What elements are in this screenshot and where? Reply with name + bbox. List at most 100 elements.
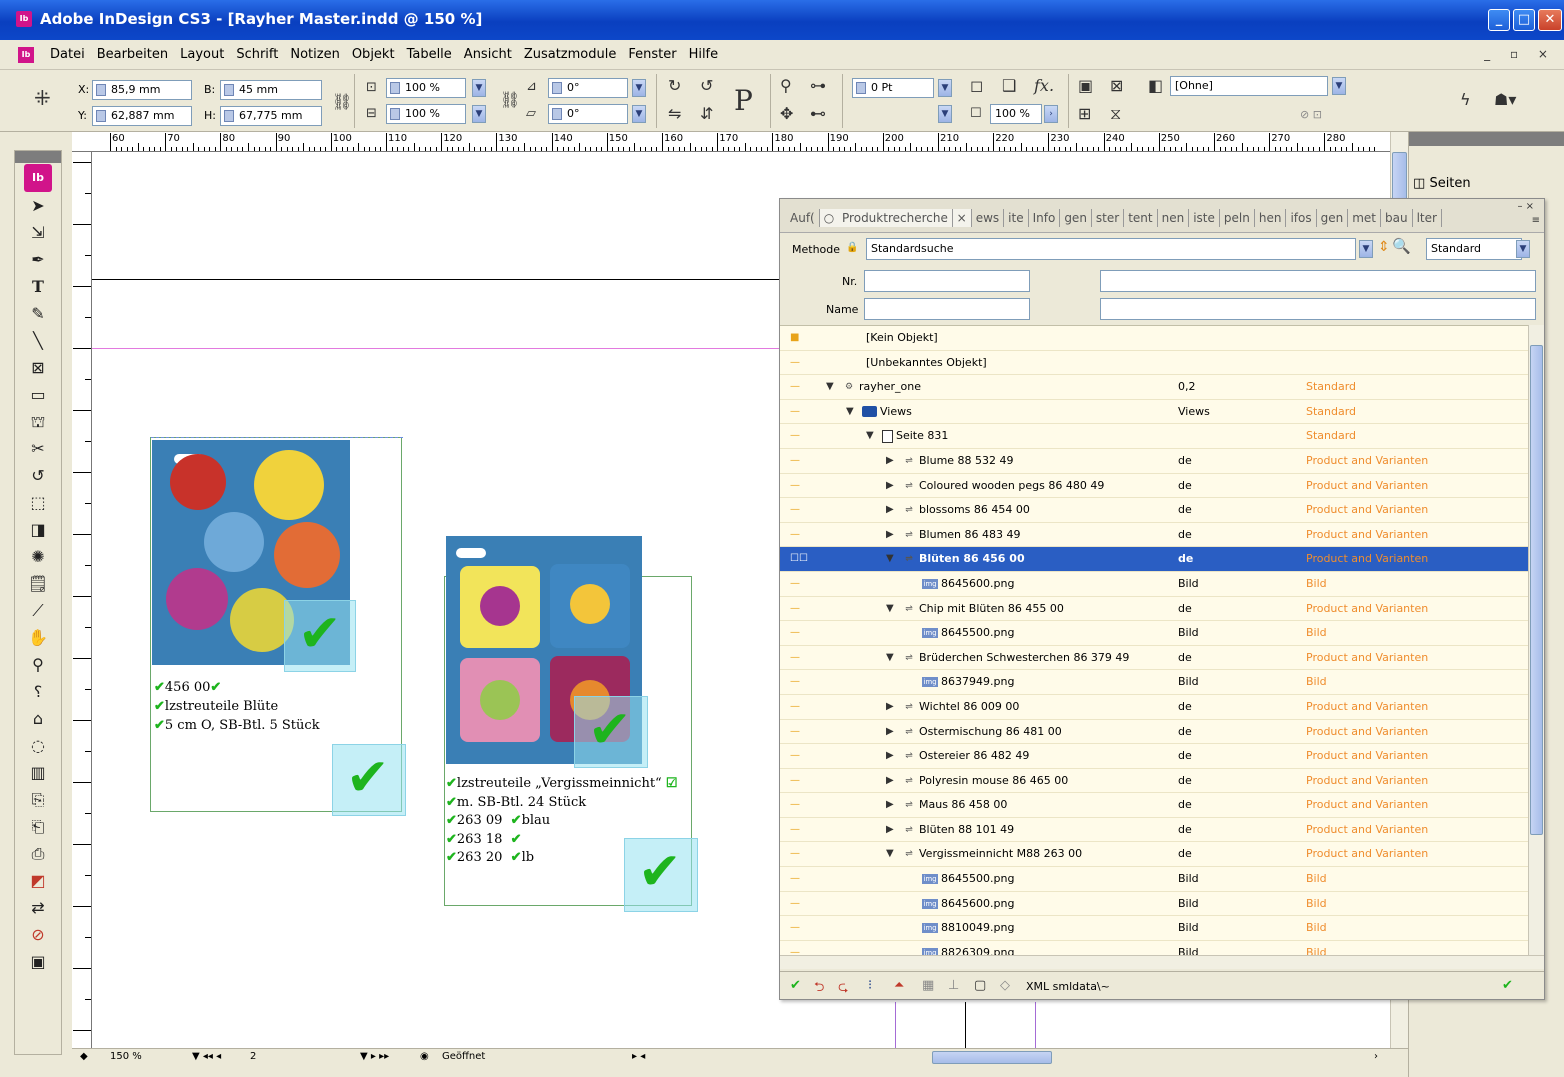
validate-icon[interactable]: ✔: [790, 978, 801, 993]
tree-vertical-scrollbar[interactable]: [1528, 325, 1544, 955]
x-spin-icon[interactable]: [96, 84, 106, 96]
eyedropper-tool-icon[interactable]: ⟋: [22, 598, 54, 624]
tab-6[interactable]: gen: [1060, 209, 1092, 227]
hand-tool-icon[interactable]: ✋: [22, 625, 54, 651]
tab-4[interactable]: ite: [1004, 209, 1029, 227]
tab-13[interactable]: ifos: [1286, 209, 1317, 227]
tree-row[interactable]: — img 8645600.png Bild Bild: [780, 572, 1528, 597]
swap-colors-icon[interactable]: ⇄: [22, 895, 54, 921]
flip-horizontal-icon[interactable]: ⇋: [668, 104, 681, 123]
name-secondary-input[interactable]: [1100, 298, 1536, 320]
tree-node[interactable]: ⇌ Ostereier 86 482 49: [902, 744, 1029, 768]
tree-node[interactable]: ⇌ Blüten 86 456 00: [902, 547, 1024, 571]
tab-7[interactable]: ster: [1091, 209, 1125, 227]
tree-row[interactable]: — ▶ ⇌ Wichtel 86 009 00 de Product and Varian…: [780, 695, 1528, 720]
minimize-button[interactable]: _: [1488, 9, 1510, 31]
zoom-level[interactable]: 150 %: [110, 1051, 142, 1062]
tab-14[interactable]: gen: [1316, 209, 1349, 227]
method-dropdown[interactable]: ▼: [1359, 240, 1373, 258]
flip-vertical-icon[interactable]: ⇵: [700, 104, 713, 123]
tab-17[interactable]: lter: [1412, 209, 1442, 227]
grid-icon[interactable]: ▦: [922, 978, 934, 993]
scale-link-icon[interactable]: ⛓: [500, 90, 520, 109]
height-spin-icon[interactable]: [224, 110, 234, 122]
layout-icon[interactable]: ⊥: [948, 978, 959, 993]
free-transform-tool-icon[interactable]: ⬚: [22, 490, 54, 516]
gradient-feather-tool-icon[interactable]: ✺: [22, 544, 54, 570]
effects-fx-icon[interactable]: fx.: [1034, 76, 1054, 95]
rotate-cw-icon[interactable]: ↻: [668, 76, 681, 95]
row-checkbox-icon[interactable]: ☐☐: [790, 547, 808, 571]
tree-row[interactable]: — ▶ ⇌ Ostermischung 86 481 00 de Product and …: [780, 720, 1528, 745]
row-status-icon[interactable]: —: [790, 916, 800, 940]
tab-15[interactable]: met: [1348, 209, 1381, 227]
tree-row[interactable]: — ▶ ⇌ Polyresin mouse 86 465 00 de Product an…: [780, 769, 1528, 794]
tree-row[interactable]: — ▶ ⇌ blossoms 86 454 00 de Product and Varia…: [780, 498, 1528, 523]
row-status-icon[interactable]: —: [790, 769, 800, 793]
row-status-icon[interactable]: —: [790, 474, 800, 498]
tree-row[interactable]: — ▶ ⇌ Blume 88 532 49 de Product and Variante…: [780, 449, 1528, 474]
row-status-icon[interactable]: —: [790, 670, 800, 694]
fill-stroke-icon[interactable]: ◩: [22, 868, 54, 894]
center-content-icon[interactable]: ⧖: [1110, 104, 1121, 124]
tab-produktrecherche[interactable]: ○ Produktrecherche ×: [819, 209, 972, 227]
row-status-icon[interactable]: —: [790, 449, 800, 473]
row-status-icon[interactable]: —: [790, 351, 800, 375]
tab-info[interactable]: Info: [1028, 209, 1061, 227]
shear-dropdown[interactable]: ▼: [632, 105, 646, 123]
nr-input[interactable]: [864, 270, 1030, 292]
tree-row[interactable]: ☐☐ ▼ ⇌ Blüten 86 456 00 de Product and Varian…: [780, 547, 1528, 572]
tree-node[interactable]: ⇌ Blüten 88 101 49: [902, 818, 1014, 842]
scale-x-field[interactable]: 100 %: [386, 78, 466, 98]
fit-content-icon[interactable]: ⊞: [1078, 104, 1091, 123]
expanded-triangle-icon[interactable]: ▼: [886, 842, 894, 866]
note-tool-icon[interactable]: 🗒: [22, 571, 54, 597]
expanded-triangle-icon[interactable]: ▼: [886, 646, 894, 670]
tree-node[interactable]: img 8645600.png: [922, 572, 1014, 596]
type-tool-icon[interactable]: T: [22, 274, 54, 300]
plugin-tool-a-icon[interactable]: ⎘: [22, 787, 54, 813]
collapsed-triangle-icon[interactable]: ▶: [886, 769, 894, 793]
x-position-field[interactable]: 85,9 mm: [92, 80, 192, 100]
menu-tabelle[interactable]: Tabelle: [401, 47, 458, 62]
row-status-icon[interactable]: —: [790, 720, 800, 744]
row-status-icon[interactable]: —: [790, 621, 800, 645]
menu-ansicht[interactable]: Ansicht: [458, 47, 518, 62]
tree-node[interactable]: [Unbekanntes Objekt]: [866, 351, 987, 375]
measure-tool-icon[interactable]: ⸮: [22, 679, 54, 705]
tree-node[interactable]: Views: [862, 400, 912, 424]
tree-row[interactable]: — ▶ ⇌ Blüten 88 101 49 de Product and Variant…: [780, 818, 1528, 843]
pages-panel-tab[interactable]: ◫ Seiten: [1413, 176, 1471, 191]
rotate-ccw-icon[interactable]: ↺: [700, 76, 713, 95]
tab-3[interactable]: ews: [971, 209, 1005, 227]
horizontal-scroll-thumb[interactable]: [932, 1051, 1052, 1064]
height-field[interactable]: 67,775 mm: [220, 106, 322, 126]
tree-node[interactable]: ⇌ Brüderchen Schwesterchen 86 379 49: [902, 646, 1129, 670]
tree-node[interactable]: ⇌ blossoms 86 454 00: [902, 498, 1030, 522]
tree-node[interactable]: ⚙ rayher_one: [842, 375, 921, 399]
scale-y-spin-icon[interactable]: [390, 108, 400, 120]
scissors-tool-icon[interactable]: ✂: [22, 436, 54, 462]
tree-row[interactable]: — ▶ ⇌ Blumen 86 483 49 de Product and Variant…: [780, 523, 1528, 548]
frame1-text-line-2[interactable]: ✔lzstreuteile Blüte: [154, 699, 278, 714]
unlink-icon[interactable]: ⮎: [838, 978, 848, 1000]
tree-row[interactable]: — ▼ Views Views Standard: [780, 400, 1528, 425]
frame2-text-line-1[interactable]: ✔lzstreuteile „Vergissmeinnicht“ ☑: [446, 776, 678, 791]
nr-secondary-input[interactable]: [1100, 270, 1536, 292]
text-wrap-icon[interactable]: ▣: [1078, 76, 1093, 95]
drop-shadow-icon[interactable]: ❑: [1002, 76, 1016, 95]
panel-collapse-icon[interactable]: – ×: [1517, 201, 1534, 212]
select-next-icon[interactable]: ⊷: [810, 104, 826, 123]
collapsed-triangle-icon[interactable]: ▶: [886, 523, 894, 547]
tree-node[interactable]: Seite 831: [882, 424, 948, 448]
button-tool-icon[interactable]: ⛫: [22, 409, 54, 435]
tree-node[interactable]: img 8645500.png: [922, 867, 1014, 891]
panel-menu-icon[interactable]: ≡: [1532, 215, 1540, 226]
menu-datei[interactable]: Datei: [44, 47, 91, 62]
tree-node[interactable]: ⇌ Blume 88 532 49: [902, 449, 1013, 473]
tree-row[interactable]: — img 8645500.png Bild Bild: [780, 867, 1528, 892]
width-field[interactable]: 45 mm: [220, 80, 322, 100]
zoom-tool-icon[interactable]: ⚲: [22, 652, 54, 678]
stroke-weight-dropdown[interactable]: ▼: [938, 79, 952, 97]
lightning-icon[interactable]: ϟ: [1460, 90, 1471, 109]
